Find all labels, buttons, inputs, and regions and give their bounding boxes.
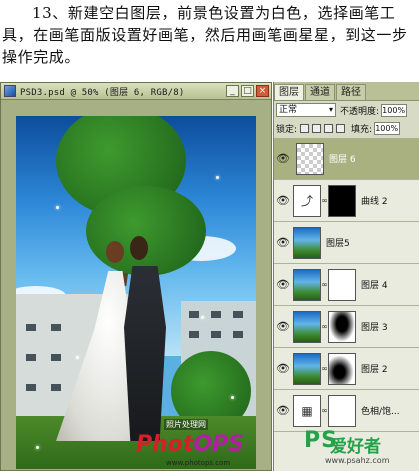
- layer-thumbnail: [293, 310, 321, 343]
- layer-thumbnail: [293, 352, 321, 385]
- layer-row[interactable]: 👁 图层5: [274, 222, 419, 264]
- window: [26, 324, 36, 331]
- layer-name: 图层 6: [329, 155, 356, 165]
- layer-name: 曲线 2: [361, 197, 388, 207]
- opacity-input[interactable]: 100%: [381, 103, 408, 117]
- layer-name: 图层 2: [361, 365, 388, 375]
- instruction-text: 13、新建空白图层，前景色设置为白色，选择画笔工具，在画笔面版设置好画笔，然后用…: [2, 4, 408, 66]
- layer-row[interactable]: 👁 ∞ 图层 4: [274, 264, 419, 306]
- image-canvas[interactable]: 照片处理网 PhotOPS www.photops.com: [16, 116, 256, 469]
- lock-label: 锁定:: [276, 124, 298, 135]
- star-sparkle: [56, 206, 59, 209]
- layer-mask: [328, 352, 356, 385]
- lock-transparency-icon[interactable]: [300, 123, 310, 133]
- groom-suit: [124, 266, 166, 441]
- tab-channels[interactable]: 通道: [305, 84, 335, 100]
- layer-mask: [328, 268, 356, 301]
- tree-canopy: [86, 186, 206, 276]
- site-logo-cn: 爱好者: [330, 437, 381, 457]
- window: [51, 324, 61, 331]
- blend-row: 正常 不透明度: 100%: [274, 101, 419, 119]
- link-icon: ∞: [321, 280, 328, 289]
- layer-name: 图层 3: [361, 323, 388, 333]
- layer-name: 图层 4: [361, 281, 388, 291]
- window: [211, 311, 221, 318]
- layer-row[interactable]: 👁 ▦ ∞ 色相/饱...: [274, 390, 419, 432]
- layer-mask: [328, 394, 356, 427]
- link-icon: ∞: [321, 196, 328, 205]
- eye-icon[interactable]: 👁: [276, 278, 290, 292]
- eye-icon[interactable]: 👁: [276, 236, 290, 250]
- link-icon: ∞: [321, 406, 328, 415]
- groom-head: [130, 236, 148, 260]
- layer-mask: [328, 184, 356, 217]
- layers-panel: 图层 通道 路径 正常 不透明度: 100% 锁定: 填充: 100% 👁 图层…: [273, 82, 419, 471]
- star-sparkle: [76, 356, 79, 359]
- eye-icon[interactable]: 👁: [276, 194, 290, 208]
- window: [51, 354, 61, 361]
- window: [26, 384, 36, 391]
- document-title: PSD3.psd @ 50% (图层 6, RGB/8): [20, 87, 185, 98]
- window: [211, 331, 221, 338]
- window: [26, 354, 36, 361]
- layer-thumbnail: [293, 268, 321, 301]
- lock-move-icon[interactable]: [324, 123, 334, 133]
- layer-mask: [328, 310, 356, 343]
- document-title-bar[interactable]: PSD3.psd @ 50% (图层 6, RGB/8) _ □ ×: [1, 83, 271, 100]
- hue-saturation-adjustment-icon: ▦: [293, 394, 321, 427]
- tab-layers[interactable]: 图层: [274, 84, 304, 100]
- tab-paths[interactable]: 路径: [336, 84, 366, 100]
- watermark-brand-a: Phot: [136, 432, 194, 457]
- close-button[interactable]: ×: [256, 85, 269, 97]
- layer-thumbnail: [296, 142, 324, 175]
- star-sparkle: [231, 396, 234, 399]
- layer-row[interactable]: 👁 ∞ 图层 2: [274, 348, 419, 390]
- minimize-button[interactable]: _: [226, 85, 239, 97]
- bride-head: [106, 241, 124, 263]
- curves-adjustment-icon: ⤴: [293, 184, 321, 217]
- lock-row: 锁定: 填充: 100%: [274, 119, 419, 137]
- star-sparkle: [201, 316, 204, 319]
- eye-icon[interactable]: 👁: [276, 362, 290, 376]
- window: [233, 331, 243, 338]
- layer-thumbnail: [293, 226, 321, 259]
- photoshop-doc-icon: [4, 85, 16, 97]
- blend-mode-select[interactable]: 正常: [276, 103, 336, 117]
- fill-input[interactable]: 100%: [374, 121, 401, 135]
- layer-name: 图层5: [326, 239, 350, 249]
- window: [51, 384, 61, 391]
- link-icon: ∞: [321, 322, 328, 331]
- window: [189, 311, 199, 318]
- watermark-brand-b: OPS: [193, 432, 245, 457]
- eye-icon[interactable]: 👁: [276, 404, 290, 418]
- eye-icon[interactable]: 👁: [276, 320, 290, 334]
- eye-icon[interactable]: 👁: [276, 152, 290, 166]
- layers-list: 👁 图层 6 👁 ⤴ ∞ 曲线 2 👁 图层5 👁 ∞ 图层 4 👁 ∞ 图层 …: [274, 138, 419, 471]
- layer-row[interactable]: 👁 ∞ 图层 3: [274, 306, 419, 348]
- watermark-logo: PhotOPS: [136, 432, 244, 457]
- window: [233, 311, 243, 318]
- panel-tabs: 图层 通道 路径: [274, 82, 419, 101]
- opacity-label: 不透明度:: [340, 106, 380, 117]
- document-window: PSD3.psd @ 50% (图层 6, RGB/8) _ □ × 照片处理网…: [0, 82, 272, 471]
- star-sparkle: [216, 176, 219, 179]
- window: [189, 331, 199, 338]
- layer-name: 色相/饱...: [361, 407, 400, 417]
- watermark-url: www.photops.com: [166, 459, 231, 467]
- lock-brush-icon[interactable]: [312, 123, 322, 133]
- site-url: www.psahz.com: [325, 456, 390, 465]
- watermark-caption: 照片处理网: [164, 419, 208, 430]
- layer-row[interactable]: 👁 ⤴ ∞ 曲线 2: [274, 180, 419, 222]
- layer-row[interactable]: 👁 图层 6: [274, 138, 419, 180]
- maximize-button[interactable]: □: [241, 85, 254, 97]
- lock-all-icon[interactable]: [336, 123, 346, 133]
- fill-label: 填充:: [351, 124, 373, 135]
- link-icon: ∞: [321, 364, 328, 373]
- star-sparkle: [36, 446, 39, 449]
